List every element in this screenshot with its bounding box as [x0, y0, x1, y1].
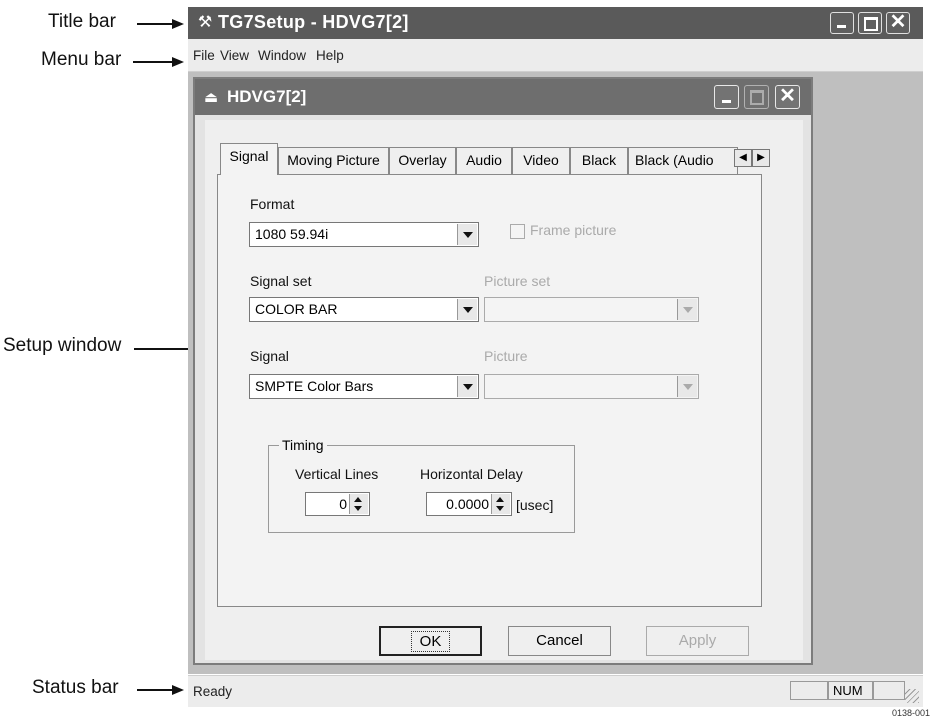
tab-scroll-left-button[interactable]: ◀: [734, 149, 752, 167]
callout-status-bar: Status bar: [32, 677, 119, 698]
status-pane-num: NUM: [828, 681, 873, 700]
minimize-button[interactable]: [830, 12, 854, 34]
tab-moving-picture[interactable]: Moving Picture: [278, 147, 389, 174]
menu-file[interactable]: File: [193, 48, 215, 63]
status-bar: Ready NUM: [188, 675, 923, 707]
callout-setup-window: Setup window: [3, 335, 122, 356]
tab-black-audio[interactable]: Black (Audio: [628, 147, 738, 174]
spin-arrows-icon[interactable]: [491, 494, 510, 514]
status-pane-scrl: [873, 681, 905, 700]
callout-menu-bar-line: [133, 61, 173, 63]
horizontal-delay-value: 0.0000: [446, 496, 489, 512]
vertical-lines-label: Vertical Lines: [295, 466, 379, 482]
picture-set-select: [484, 297, 699, 322]
tab-scroll-right-button[interactable]: ▶: [752, 149, 770, 167]
main-title-bar[interactable]: ⚒ TG7Setup - HDVG7[2] ✕: [188, 7, 923, 39]
menu-window[interactable]: Window: [258, 48, 306, 63]
chevron-down-icon: [677, 376, 697, 397]
horizontal-delay-label: Horizontal Delay: [420, 466, 523, 482]
setup-window-title: HDVG7[2]: [227, 87, 307, 106]
tab-audio[interactable]: Audio: [456, 147, 512, 174]
picture-label: Picture: [484, 348, 528, 364]
signal-set-select[interactable]: COLOR BAR: [249, 297, 479, 322]
child-minimize-button[interactable]: [714, 85, 739, 109]
status-pane-caps: [790, 681, 828, 700]
callout-menu-bar-arrow: [172, 57, 184, 67]
setup-window-title-bar[interactable]: ⏏ HDVG7[2] ✕: [195, 79, 811, 115]
signal-label: Signal: [250, 348, 289, 364]
timing-title: Timing: [279, 437, 327, 453]
callout-status-bar-arrow: [172, 685, 184, 695]
app-icon: ⚒: [197, 14, 213, 31]
horizontal-delay-unit: [usec]: [516, 497, 554, 513]
menu-help[interactable]: Help: [316, 48, 344, 63]
tab-video[interactable]: Video: [512, 147, 570, 174]
chevron-down-icon[interactable]: [457, 299, 477, 320]
format-value: 1080 59.94i: [255, 226, 329, 242]
cancel-button[interactable]: Cancel: [508, 626, 611, 656]
chevron-down-icon: [677, 299, 697, 320]
picture-select: [484, 374, 699, 399]
frame-picture-checkbox: [510, 224, 525, 239]
timing-groupbox: [268, 445, 575, 533]
callout-status-bar-line: [137, 689, 173, 691]
ok-button[interactable]: OK: [379, 626, 482, 656]
apply-button: Apply: [646, 626, 749, 656]
picture-set-label: Picture set: [484, 273, 551, 289]
close-button[interactable]: ✕: [886, 12, 910, 34]
cancel-button-label: Cancel: [536, 632, 583, 649]
resize-grip-icon[interactable]: [905, 689, 919, 703]
document-icon: ⏏: [204, 89, 219, 106]
chevron-down-icon[interactable]: [457, 376, 477, 397]
callout-menu-bar: Menu bar: [41, 49, 122, 70]
signal-set-value: COLOR BAR: [255, 301, 338, 317]
menu-view[interactable]: View: [220, 48, 249, 63]
child-maximize-button: [744, 85, 769, 109]
ok-button-label: OK: [410, 631, 451, 652]
figure-code: 0138-001: [891, 708, 930, 718]
status-num: NUM: [833, 683, 863, 698]
frame-picture-label: Frame picture: [530, 222, 617, 238]
status-text: Ready: [193, 684, 233, 699]
tab-black[interactable]: Black: [570, 147, 628, 174]
horizontal-delay-spinner[interactable]: 0.0000: [426, 492, 512, 516]
tab-overlay[interactable]: Overlay: [389, 147, 456, 174]
maximize-button[interactable]: [858, 12, 882, 34]
child-close-button[interactable]: ✕: [775, 85, 800, 109]
signal-value: SMPTE Color Bars: [255, 378, 374, 394]
callout-title-bar-arrow: [172, 19, 184, 29]
signal-select[interactable]: SMPTE Color Bars: [249, 374, 479, 399]
chevron-down-icon[interactable]: [457, 224, 477, 245]
menu-bar: File View Window Help: [188, 39, 923, 72]
callout-title-bar: Title bar: [48, 11, 116, 32]
format-label: Format: [250, 196, 295, 212]
signal-set-label: Signal set: [250, 273, 312, 289]
main-window-title: TG7Setup - HDVG7[2]: [218, 12, 409, 32]
callout-title-bar-line: [137, 23, 173, 25]
spin-arrows-icon[interactable]: [349, 494, 368, 514]
apply-button-label: Apply: [678, 632, 717, 649]
tab-signal[interactable]: Signal: [220, 143, 278, 175]
vertical-lines-spinner[interactable]: 0: [305, 492, 370, 516]
format-select[interactable]: 1080 59.94i: [249, 222, 479, 247]
vertical-lines-value: 0: [339, 496, 347, 512]
